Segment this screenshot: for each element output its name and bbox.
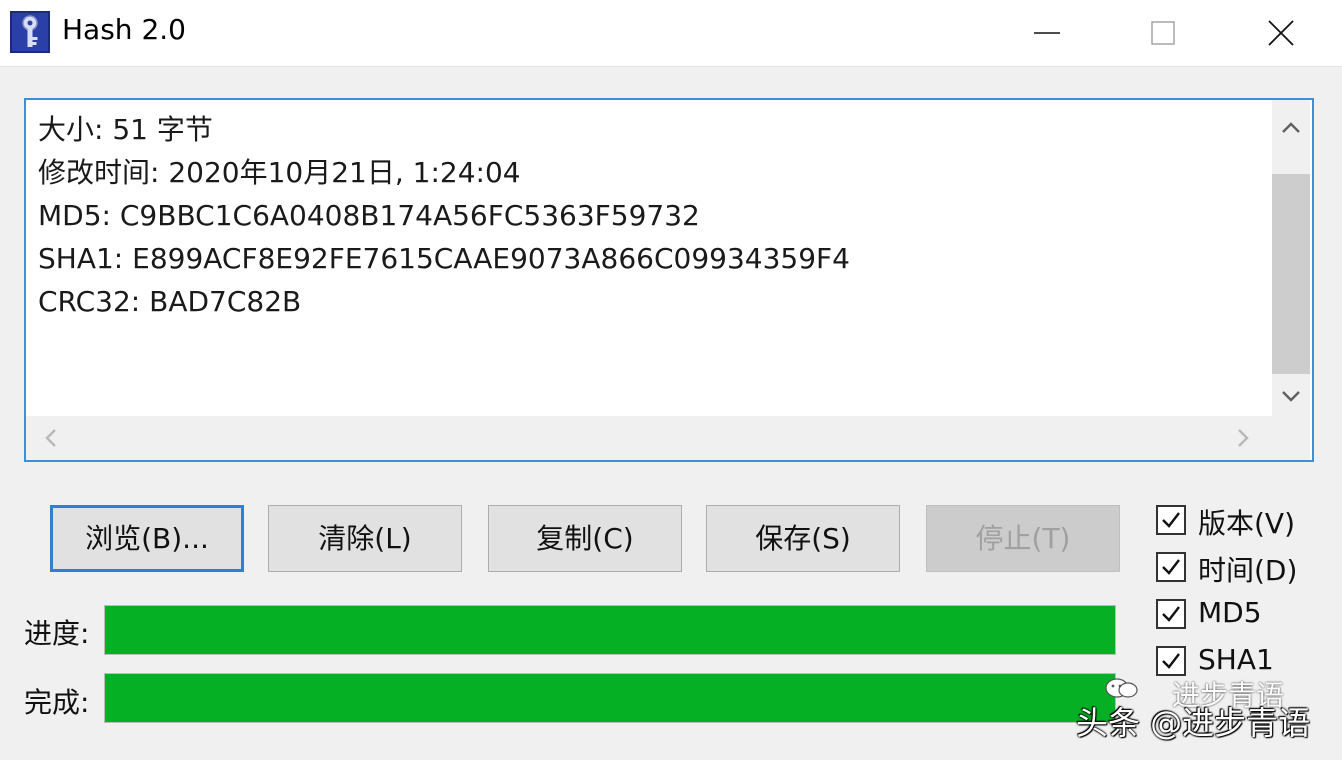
key-icon [10, 11, 50, 53]
clear-button[interactable]: 清除(L) [268, 505, 462, 572]
output-line-sha1: SHA1: E899ACF8E92FE7615CAAE9073A866C0993… [38, 242, 850, 275]
close-icon [1268, 20, 1294, 46]
vertical-scroll-thumb[interactable] [1272, 174, 1310, 374]
md5-checkbox[interactable]: MD5 [1156, 596, 1336, 638]
time-checkbox[interactable]: 时间(D) [1156, 549, 1336, 591]
window-title: Hash 2.0 [62, 13, 186, 46]
minimize-icon [1034, 32, 1060, 34]
scroll-left-arrow-icon[interactable] [36, 422, 66, 454]
maximize-button[interactable] [1108, 0, 1218, 66]
output-lines: 大小: 51 字节 修改时间: 2020年10月21日, 1:24:04 MD5… [38, 108, 1268, 408]
version-checkbox[interactable]: 版本(V) [1156, 502, 1336, 544]
horizontal-scrollbar[interactable] [26, 416, 1272, 460]
checkbox-checked-icon[interactable] [1156, 599, 1186, 629]
md5-checkbox-label: MD5 [1198, 596, 1262, 629]
progress-bar-fill [105, 606, 1115, 654]
watermark: 进步青语 头条 @进步青语 [1076, 676, 1336, 756]
time-checkbox-label: 时间(D) [1198, 554, 1298, 587]
progress-bar [104, 605, 1116, 655]
output-line-modified: 修改时间: 2020年10月21日, 1:24:04 [38, 156, 521, 189]
hash-output-textarea[interactable]: 大小: 51 字节 修改时间: 2020年10月21日, 1:24:04 MD5… [24, 98, 1314, 462]
checkbox-checked-icon[interactable] [1156, 646, 1186, 676]
output-line-crc32: CRC32: BAD7C82B [38, 285, 302, 318]
save-button[interactable]: 保存(S) [706, 505, 900, 572]
complete-bar [104, 673, 1116, 723]
sha1-checkbox-label: SHA1 [1198, 643, 1274, 676]
scroll-right-arrow-icon[interactable] [1228, 422, 1258, 454]
minimize-button[interactable] [992, 0, 1102, 66]
title-bar[interactable]: Hash 2.0 [0, 0, 1342, 67]
version-checkbox-label: 版本(V) [1198, 507, 1296, 540]
stop-button[interactable]: 停止(T) [926, 505, 1120, 572]
watermark-text: 头条 @进步青语 [1076, 704, 1311, 742]
vertical-scrollbar[interactable] [1272, 100, 1310, 416]
scroll-down-arrow-icon[interactable] [1272, 376, 1310, 416]
copy-button[interactable]: 复制(C) [488, 505, 682, 572]
maximize-icon [1151, 21, 1175, 45]
progress-label: 进度: [24, 617, 90, 650]
output-line-size: 大小: 51 字节 [38, 113, 213, 146]
complete-label: 完成: [24, 686, 90, 719]
complete-bar-fill [105, 674, 1115, 722]
checkbox-checked-icon[interactable] [1156, 552, 1186, 582]
close-button[interactable] [1226, 0, 1336, 66]
output-line-md5: MD5: C9BBC1C6A0408B174A56FC5363F59732 [38, 199, 700, 232]
scroll-up-arrow-icon[interactable] [1272, 108, 1310, 148]
browse-button[interactable]: 浏览(B)... [50, 505, 244, 572]
scrollbar-corner [1272, 416, 1310, 460]
watermark-logo-icon [1104, 676, 1138, 700]
checkbox-checked-icon[interactable] [1156, 505, 1186, 535]
